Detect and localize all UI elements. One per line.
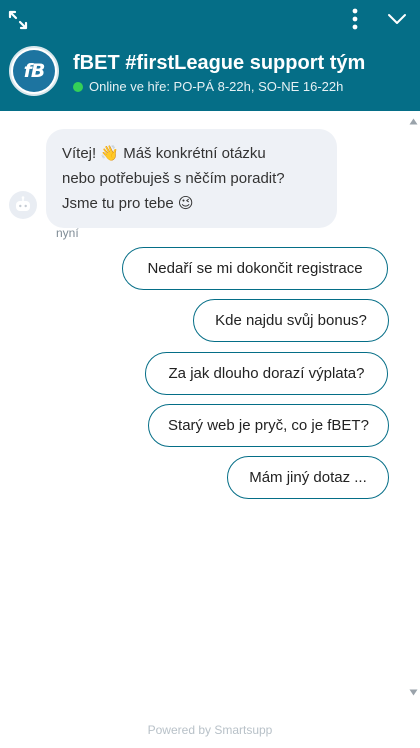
team-logo: fB bbox=[9, 46, 59, 96]
minimize-button[interactable] bbox=[386, 10, 408, 28]
expand-button[interactable] bbox=[8, 10, 28, 30]
chevron-down-icon bbox=[388, 14, 406, 24]
expand-icon bbox=[8, 10, 28, 30]
bot-message-line: nebo potřebuješ s něčím poradit? bbox=[62, 170, 285, 187]
scroll-down-arrow-icon[interactable] bbox=[409, 688, 418, 697]
online-status-dot bbox=[73, 81, 83, 92]
menu-button[interactable] bbox=[345, 8, 365, 30]
bot-avatar bbox=[9, 191, 37, 219]
bot-message-line: Jsme tu pro tebe 😉 bbox=[62, 195, 194, 212]
message-list[interactable]: Vítej! 👋 Máš konkrétní otázku nebo potře… bbox=[0, 111, 420, 711]
bot-icon bbox=[16, 196, 30, 211]
bot-message-bubble: Vítej! 👋 Máš konkrétní otázku nebo potře… bbox=[46, 129, 337, 228]
chat-header: fB fBET #firstLeague support tým Online … bbox=[0, 0, 420, 111]
online-status-text: Online ve hře: PO-PÁ 8-22h, SO-NE 16-22h bbox=[89, 79, 344, 94]
chat-widget: fB fBET #firstLeague support tým Online … bbox=[0, 0, 420, 748]
quick-reply-old-web[interactable]: Starý web je pryč, co je fBET? bbox=[148, 404, 389, 447]
scroll-up-arrow-icon[interactable] bbox=[409, 117, 418, 126]
quick-reply-payout[interactable]: Za jak dlouho dorazí výplata? bbox=[145, 352, 388, 395]
bot-message-line: Vítej! 👋 Máš konkrétní otázku bbox=[62, 145, 266, 162]
chat-title: fBET #firstLeague support tým bbox=[73, 52, 366, 74]
powered-by-link[interactable]: Powered by Smartsupp bbox=[0, 711, 420, 748]
more-vertical-icon bbox=[352, 8, 358, 30]
quick-reply-registration[interactable]: Nedaří se mi dokončit registrace bbox=[122, 247, 388, 290]
logo-mark: fB bbox=[13, 50, 55, 92]
quick-reply-bonus[interactable]: Kde najdu svůj bonus? bbox=[193, 299, 389, 342]
online-status: Online ve hře: PO-PÁ 8-22h, SO-NE 16-22h bbox=[73, 79, 343, 94]
message-timestamp: nyní bbox=[56, 226, 79, 240]
quick-reply-other[interactable]: Mám jiný dotaz ... bbox=[227, 456, 389, 499]
